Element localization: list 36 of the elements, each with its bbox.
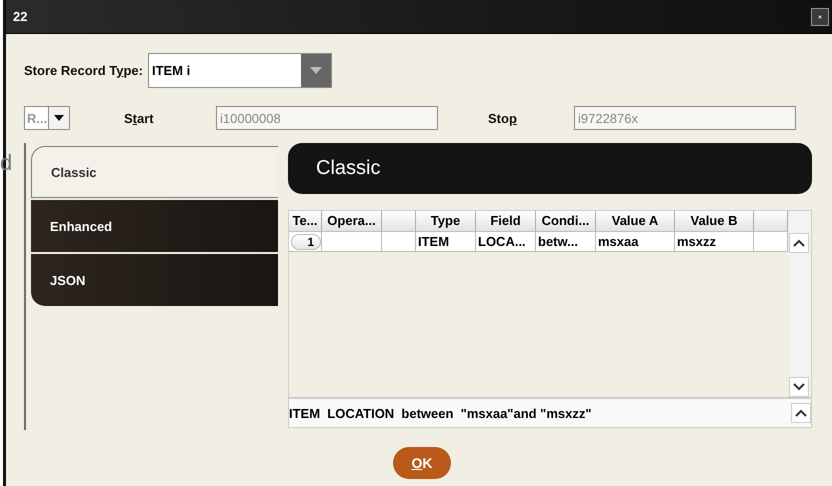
column-header[interactable]: Opera...	[322, 211, 382, 232]
column-header[interactable]: Value A	[596, 211, 675, 232]
ok-button[interactable]: OK	[393, 447, 451, 479]
caret-up-icon	[793, 239, 805, 247]
column-header[interactable]: Value B	[675, 211, 754, 232]
table-cell	[382, 232, 416, 252]
scrollbar[interactable]	[789, 211, 811, 397]
scroll-down-button[interactable]	[789, 377, 809, 397]
start-label: Start	[124, 110, 155, 126]
scroll-up-button[interactable]	[789, 233, 809, 253]
record-type-dropdown[interactable]: ITEM i	[148, 53, 332, 88]
table-cell: msxaa	[596, 232, 675, 252]
column-header[interactable]: Type	[416, 211, 476, 232]
column-header[interactable]: Condi...	[536, 211, 596, 232]
dropdown-arrow-icon	[310, 67, 322, 74]
tab[interactable]: Enhanced	[31, 200, 278, 252]
table-cell: LOCA...	[476, 232, 536, 252]
panel-title: Classic	[288, 143, 812, 194]
stop-label: Stop	[488, 110, 518, 126]
row-number-button[interactable]: 1	[291, 234, 321, 250]
table-cell	[754, 232, 788, 252]
tab[interactable]: Classic	[31, 146, 278, 198]
column-header[interactable]: Te...	[289, 211, 322, 232]
table-cell: betw...	[536, 232, 596, 252]
scroll-up-button[interactable]	[791, 403, 811, 423]
tab[interactable]: JSON	[31, 254, 278, 306]
expression-text: ITEM LOCATION between "msxaa"and "msxzz"	[289, 406, 592, 420]
caret-down-icon	[793, 383, 805, 391]
table-cell: msxzz	[675, 232, 754, 252]
record-type-label: Store Record Type:	[24, 63, 143, 78]
column-header[interactable]: Field	[476, 211, 536, 232]
window-title: 22	[13, 9, 28, 24]
dropdown-arrow-icon	[54, 115, 64, 121]
caret-up-icon	[795, 409, 807, 417]
table-cell: ITEM	[416, 232, 476, 252]
close-button[interactable]	[811, 8, 829, 26]
